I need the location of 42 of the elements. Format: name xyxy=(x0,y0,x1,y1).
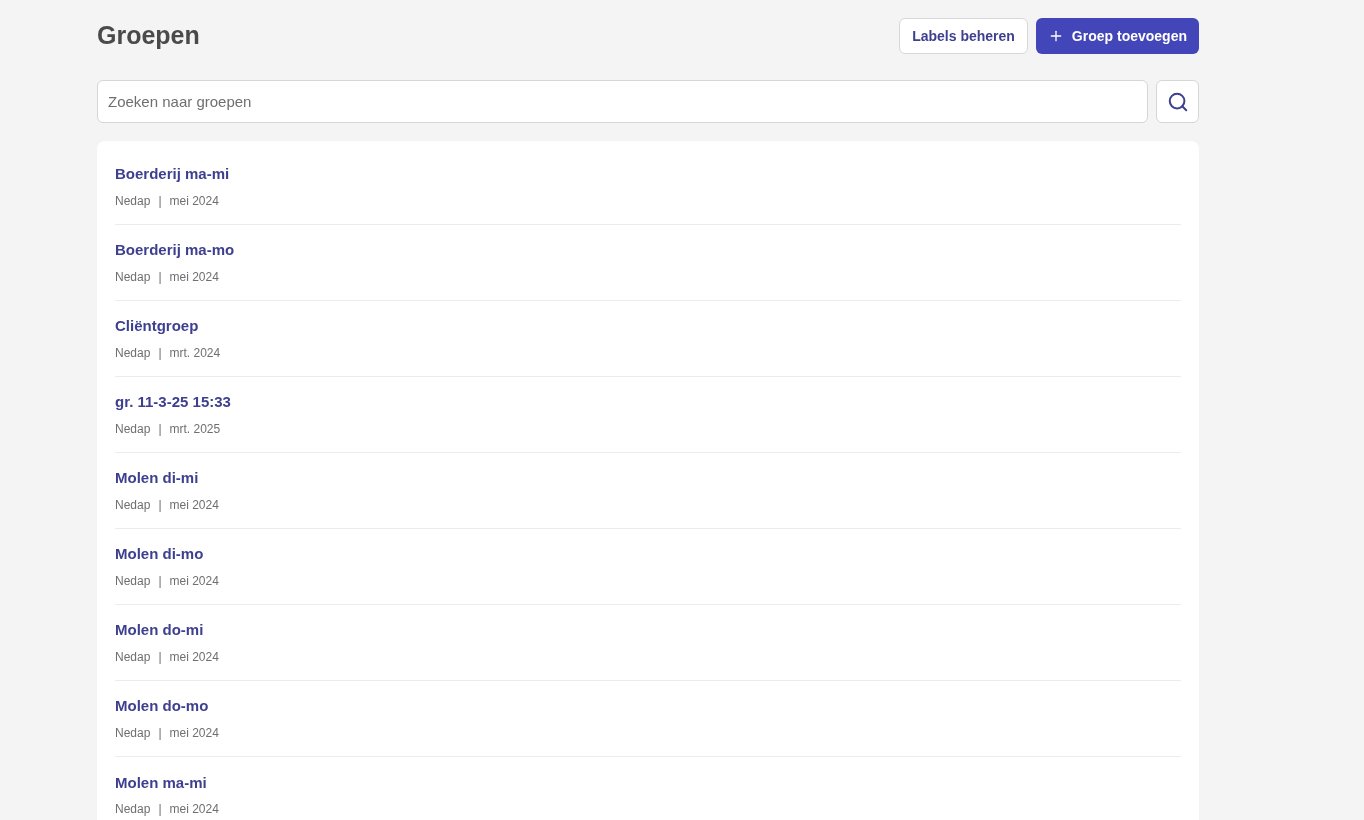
group-name-link[interactable]: Boerderij ma-mo xyxy=(115,239,235,262)
group-name-link[interactable]: gr. 11-3-25 15:33 xyxy=(115,391,231,414)
organisation-text: Nedap xyxy=(115,572,151,590)
separator-text: | xyxy=(158,420,162,438)
date-text: mrt. 2024 xyxy=(169,344,221,362)
group-name-link[interactable]: Cliëntgroep xyxy=(115,315,199,338)
date-text: mei 2024 xyxy=(169,724,219,742)
separator-text: | xyxy=(158,192,162,210)
separator-text: | xyxy=(158,724,162,742)
group-name-link[interactable]: Molen di-mo xyxy=(115,543,204,566)
group-name-link[interactable]: Boerderij ma-mi xyxy=(115,163,230,186)
organisation-text: Nedap xyxy=(115,420,151,438)
organisation-text: Nedap xyxy=(115,801,151,819)
group-name-link[interactable]: Molen di-mi xyxy=(115,467,199,490)
page-title: Groepen xyxy=(97,20,200,52)
date-text: mei 2024 xyxy=(169,268,219,286)
group-name-link[interactable]: Molen do-mi xyxy=(115,619,204,642)
search-icon xyxy=(1166,90,1189,113)
separator-text: | xyxy=(158,572,162,590)
search-button[interactable] xyxy=(1156,80,1199,123)
organisation-text: Nedap xyxy=(115,724,151,742)
organisation-text: Nedap xyxy=(115,344,151,362)
separator-text: | xyxy=(158,268,162,286)
date-text: mrt. 2025 xyxy=(169,420,221,438)
date-text: mei 2024 xyxy=(169,648,219,666)
organisation-text: Nedap xyxy=(115,648,151,666)
separator-text: | xyxy=(158,496,162,514)
separator-text: | xyxy=(158,344,162,362)
date-text: mei 2024 xyxy=(169,572,219,590)
group-name-link[interactable]: Molen ma-mi xyxy=(115,771,207,795)
separator-text: | xyxy=(158,801,162,819)
date-text: mei 2024 xyxy=(169,801,219,819)
date-text: mei 2024 xyxy=(169,496,219,514)
manage-labels-button[interactable]: Labels beheren xyxy=(899,18,1028,54)
organisation-text: Nedap xyxy=(115,496,151,514)
date-text: mei 2024 xyxy=(169,192,219,210)
search-field[interactable]: Zoeken naar groepen xyxy=(97,80,1148,123)
group-name-link[interactable]: Molen do-mo xyxy=(115,695,209,718)
add-group-button[interactable]: Groep toevoegen xyxy=(1035,18,1199,54)
separator-text: | xyxy=(158,648,162,666)
organisation-text: Nedap xyxy=(115,268,151,286)
organisation-text: Nedap xyxy=(115,192,151,210)
